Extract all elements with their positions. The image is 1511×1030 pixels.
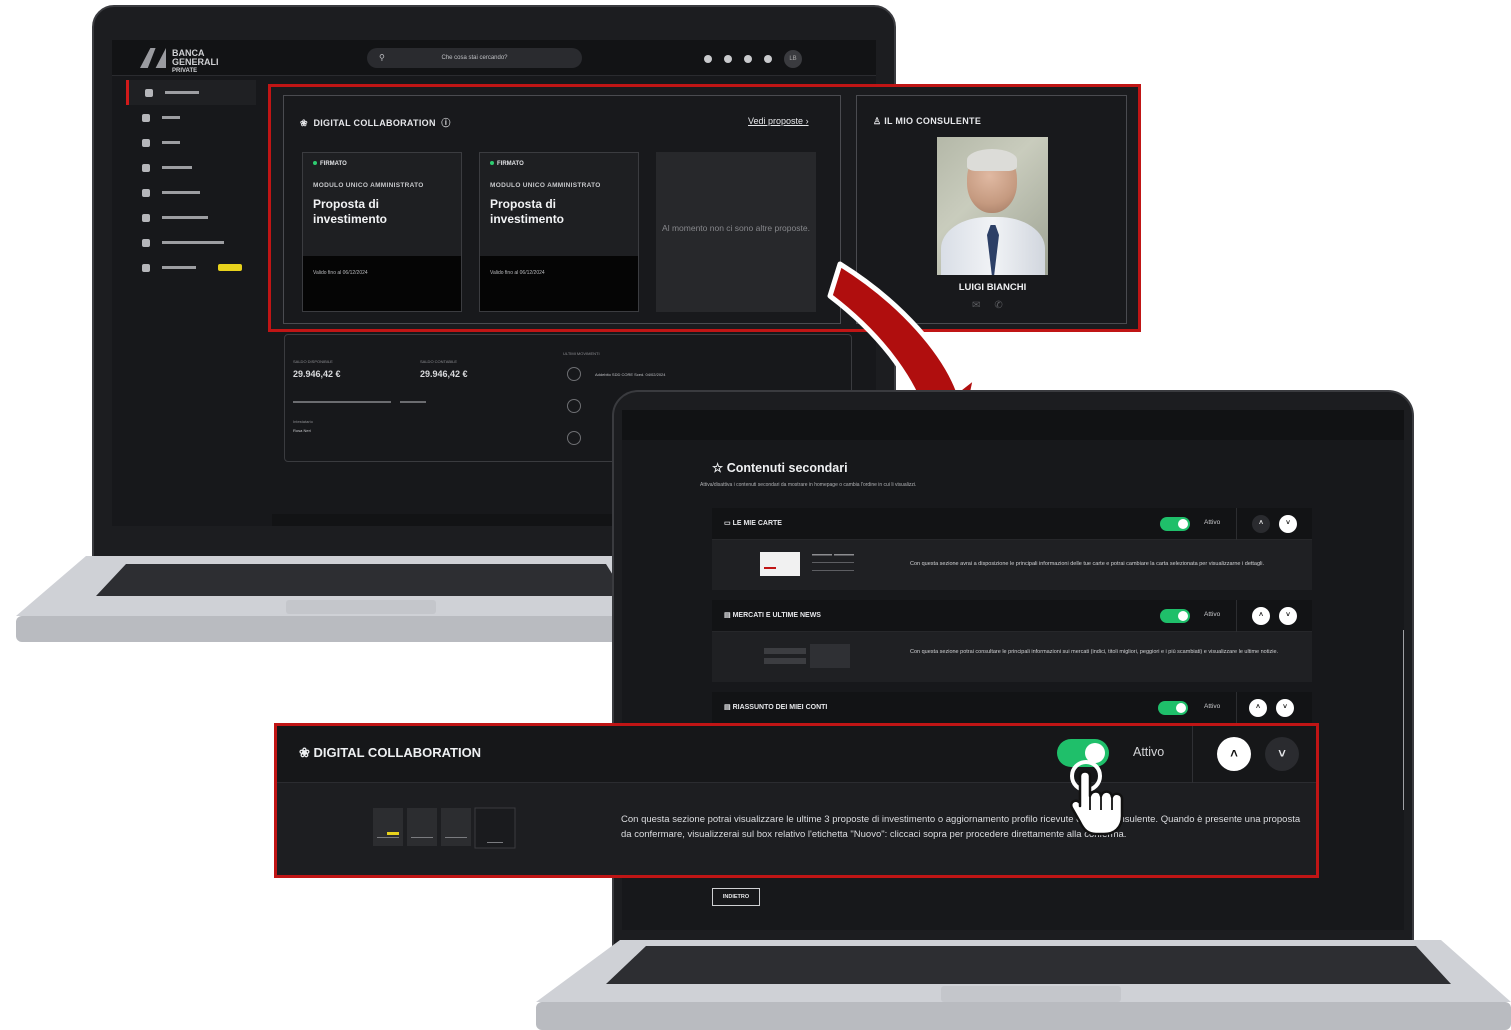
highlight-digital-collaboration-row: ❀ DIGITAL COLLABORATION Attivo ˄ ˅ Con q… [274,723,1319,878]
proposal-card[interactable]: FIRMATO MODULO UNICO AMMINISTRATO Propos… [479,152,639,312]
person-icon: ♙ [873,116,882,126]
notification-icon[interactable] [724,55,732,63]
movement-icon [567,431,581,445]
section-row-conti: ▤ RIASSUNTO DEI MIEI CONTI Attivo ˄ ˅ [712,692,1312,724]
move-down-button[interactable]: ˅ [1276,699,1294,717]
avatar[interactable]: LB [784,50,802,68]
markets-preview-thumbnail [764,644,850,668]
handshake-icon: ❀ [299,745,310,760]
status-badge: FIRMATO [313,161,347,167]
chart-icon [142,188,150,197]
page-title: ☆ Contenuti secondari [712,461,848,475]
new-badge [218,264,242,271]
sidebar-item-news[interactable] [126,205,256,230]
sidebar [126,80,256,526]
sidebar-item-carte[interactable] [126,130,256,155]
sidebar-item-digital-collaboration[interactable] [126,230,256,255]
page-subtitle: Attiva/disattiva i contenuti secondari d… [700,482,917,488]
news-icon: ▤ [724,612,731,619]
sidebar-item-conti[interactable] [126,105,256,130]
payment-icon [142,163,150,172]
handshake-icon: ❀ [300,118,308,128]
panel-title: ♙ IL MIO CONSULENTE [873,116,982,126]
bank-logo[interactable]: BANCA GENERALI PRIVATE [140,46,230,74]
top-icons: LB [704,50,824,68]
top-bar: BANCA GENERALI PRIVATE ⚲ Che cosa stai cer… [112,40,876,76]
move-up-button[interactable]: ˄ [1249,699,1267,717]
info-icon[interactable]: ⓘ [441,118,450,128]
toggle-switch[interactable] [1160,609,1190,623]
card-icon: ▭ [724,520,731,527]
laptop-1-base [16,556,646,642]
move-down-button[interactable]: ˅ [1279,607,1297,625]
sidebar-item-pagamenti[interactable] [126,155,256,180]
movement-icon [567,399,581,413]
bank-icon [142,113,150,122]
section-row-mercati: ▤ MERCATI E ULTIME NEWS Attivo ˄ ˅ Con q… [712,600,1312,682]
back-button[interactable]: INDIETRO [712,888,760,906]
top-bar [622,410,1404,440]
handshake-icon [142,238,150,247]
move-up-button[interactable]: ˄ [1252,515,1270,533]
consultant-photo [937,137,1048,275]
help-icon[interactable] [704,55,712,63]
phone-icon[interactable]: ✆ [994,300,1016,311]
move-down-button[interactable]: ˅ [1265,737,1299,771]
toggle-switch[interactable] [1160,517,1190,531]
search-input[interactable]: ⚲ Che cosa stai cercando? [367,48,582,68]
movement-icon [567,367,581,381]
help-icon [142,263,150,272]
move-up-button[interactable]: ˄ [1252,607,1270,625]
toggle-switch[interactable] [1158,701,1188,715]
chevron-right-icon: › [805,116,809,126]
panel-title: ❀ DIGITAL COLLABORATION ⓘ [300,118,451,128]
status-badge: FIRMATO [490,161,524,167]
move-up-button[interactable]: ˄ [1217,737,1251,771]
scrollbar[interactable] [1403,630,1404,810]
hand-pointer-icon [1070,760,1124,836]
settings-icon[interactable] [744,55,752,63]
digital-collaboration-panel: ❀ DIGITAL COLLABORATION ⓘ Vedi proposte … [283,95,841,324]
section-row-carte: ▭ LE MIE CARTE Attivo ˄ ˅ Con questa sez… [712,508,1312,590]
empty-proposal-slot: Al momento non ci sono altre proposte. [656,152,816,312]
message-icon[interactable] [764,55,772,63]
digital-collaboration-preview-thumbnail [373,807,516,849]
star-icon: ☆ [712,461,724,475]
home-icon [145,88,153,97]
sidebar-item-assistenza[interactable] [126,255,256,280]
sidebar-item-investimenti[interactable] [126,180,256,205]
proposal-card[interactable]: FIRMATO MODULO UNICO AMMINISTRATO Propos… [302,152,462,312]
section-description: Con questa sezione potrai visualizzare l… [621,814,1301,840]
wallet-icon: ▤ [724,704,731,711]
news-icon [142,213,150,222]
sidebar-item-homepage[interactable] [126,80,256,105]
search-icon: ⚲ [379,53,385,62]
see-proposals-link[interactable]: Vedi proposte › [748,116,809,126]
laptop-2-base [536,940,1511,1030]
cards-preview-thumbnail [760,552,854,576]
highlight-digital-collaboration-widget: ❀ DIGITAL COLLABORATION ⓘ Vedi proposte … [268,84,1141,332]
card-icon [142,138,150,147]
move-down-button[interactable]: ˅ [1279,515,1297,533]
